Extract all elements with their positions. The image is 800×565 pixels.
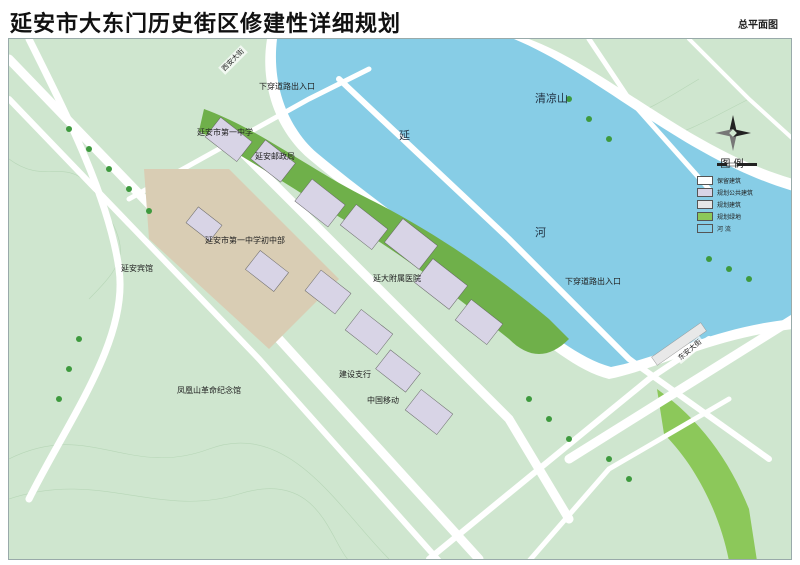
map-frame[interactable]: 西安大街 东安大街 下穿道路出入口 下穿道路出入口 清凉山 延 河 延安宾馆 凤…	[8, 38, 792, 560]
school-label: 延安市第一中学初中部	[205, 236, 285, 245]
legend-item: 规划公共建筑	[697, 186, 767, 198]
legend: 图 例 保留建筑规划公共建筑 规划建筑规划绿地河 流	[697, 155, 767, 234]
legend-label: 保留建筑	[717, 177, 742, 185]
block-label-b: 延安邮政局	[255, 152, 295, 161]
legend-label: 规划绿地	[717, 213, 742, 221]
legend-item: 河 流	[697, 222, 767, 234]
hotel-label: 延安宾馆	[121, 264, 153, 273]
river-label-1: 延	[399, 129, 410, 142]
legend-item: 规划建筑	[697, 198, 767, 210]
page-title: 延安市大东门历史街区修建性详细规划	[10, 12, 402, 37]
legend-label: 规划建筑	[717, 201, 742, 209]
memorial-label: 凤凰山革命纪念馆	[177, 386, 241, 395]
mountain-label: 清凉山	[535, 92, 568, 105]
sheet-subtitle: 总平面图	[738, 20, 778, 31]
legend-title: 图 例	[720, 159, 744, 170]
legend-swatch	[697, 199, 713, 209]
block-label-d: 建设支行	[339, 370, 371, 379]
legend-item: 规划绿地	[697, 210, 767, 222]
legend-label: 规划公共建筑	[717, 189, 754, 197]
legend-swatch	[697, 223, 713, 233]
plan-sheet: 延安市大东门历史街区修建性详细规划 总平面图 西安大街 东安大街 下穿道路出入口…	[0, 0, 800, 565]
site-plan-map	[9, 39, 791, 559]
block-label-a: 延安市第一中学	[197, 128, 253, 137]
legend-swatch	[697, 187, 713, 197]
underpass-label-north: 下穿道路出入口	[259, 82, 315, 91]
legend-item: 保留建筑	[697, 174, 767, 186]
block-label-e: 中国移动	[367, 396, 399, 405]
block-label-c: 延大附属医院	[373, 274, 421, 283]
legend-swatch	[697, 211, 713, 221]
north-arrow-icon	[715, 115, 751, 151]
title-bar: 延安市大东门历史街区修建性详细规划 总平面图	[0, 0, 800, 38]
underpass-label-east: 下穿道路出入口	[565, 277, 621, 286]
legend-label: 河 流	[717, 225, 731, 233]
legend-items: 保留建筑规划公共建筑 规划建筑规划绿地河 流	[697, 174, 767, 234]
legend-swatch	[697, 175, 713, 185]
river-label-2: 河	[535, 226, 546, 239]
